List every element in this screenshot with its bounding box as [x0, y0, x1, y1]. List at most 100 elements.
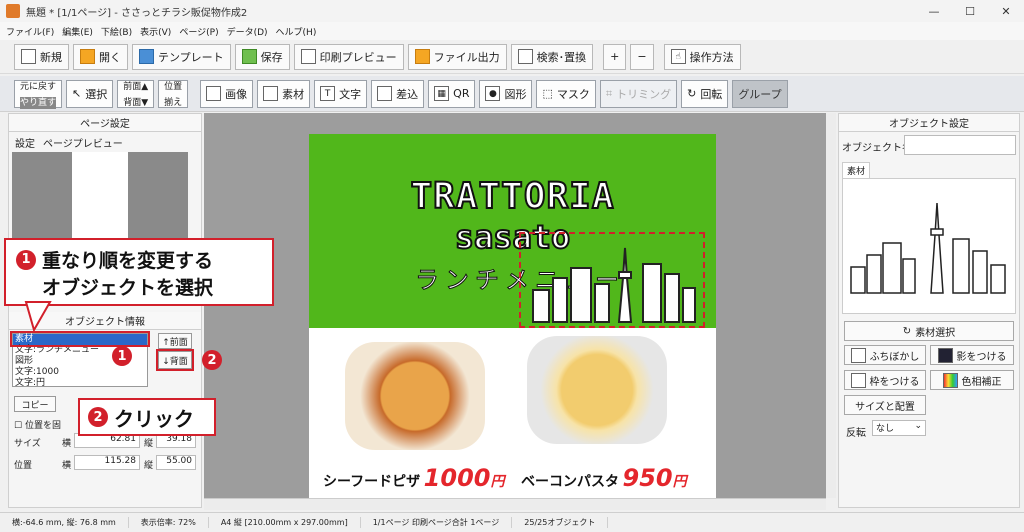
howto-button[interactable]: ☝ 操作方法: [663, 43, 741, 70]
object-name-field[interactable]: [904, 135, 1016, 155]
file-output-button[interactable]: ファイル出力: [407, 43, 507, 70]
blur-icon: [850, 347, 866, 363]
trimming-button[interactable]: ⌗ トリミング: [599, 79, 678, 108]
restaurant-title[interactable]: TRATTORIA: [309, 175, 716, 218]
order-group: 前面▲ 背面▼: [117, 79, 155, 109]
open-button[interactable]: 開く: [73, 43, 128, 70]
size-position-button[interactable]: サイズと配置: [844, 395, 926, 415]
text-button[interactable]: T 文字: [314, 79, 368, 108]
howto-label: 操作方法: [689, 50, 734, 64]
blur-edge-button[interactable]: ふちぼかし: [844, 345, 926, 365]
vertical-scrollbar[interactable]: [826, 113, 836, 498]
tab-settings[interactable]: 設定: [15, 135, 35, 150]
menu-data[interactable]: データ(D): [227, 25, 268, 38]
object-settings-header: オブジェクト設定: [839, 114, 1019, 132]
horizontal-scrollbar[interactable]: [204, 498, 826, 510]
shape-button[interactable]: ● 図形: [479, 79, 533, 108]
main-toolbar: 新規 開く テンプレート 保存 印刷プレビュー ファイル出力 検索･置換 + −…: [0, 40, 1024, 74]
flip-value: なし: [876, 424, 895, 434]
template-icon: [139, 49, 154, 64]
flip-label: 反転: [846, 428, 866, 439]
pizza-item[interactable]: シーフードピザ 1000円: [323, 464, 504, 492]
step1-text-line1: 重なり順を変更する: [42, 250, 214, 272]
hand-icon: ☝: [670, 49, 686, 64]
pizza-yen: 円: [490, 474, 505, 490]
preview-page-thumb: [72, 152, 128, 238]
pasta-price: 950: [622, 464, 673, 492]
copy-button[interactable]: コピー: [14, 396, 56, 412]
menu-edit[interactable]: 編集(E): [62, 25, 93, 38]
select-button[interactable]: ↖ 選択: [66, 79, 114, 108]
new-file-icon: [21, 49, 36, 64]
flyer-page[interactable]: TRATTORIA sasato ランチメニュー シーフードピザ 1000円 ベ…: [309, 134, 716, 498]
window-title: 無題 * [1/1ページ] - ささっとチラシ販促物作成2: [26, 7, 248, 19]
shadow-button[interactable]: 影をつける: [930, 345, 1014, 365]
menu-sketch[interactable]: 下絵(B): [101, 25, 132, 38]
align-button[interactable]: 位置 揃え: [158, 79, 189, 108]
page-settings-header: ページ設定: [9, 114, 201, 132]
skyline-preview-image: [850, 202, 1006, 294]
tab-page-preview[interactable]: ページプレビュー: [43, 135, 123, 150]
select-material-label: 素材選択: [915, 327, 956, 339]
frame-button[interactable]: 枠をつける: [844, 370, 926, 390]
pasta-item[interactable]: ベーコンパスタ 950円: [521, 464, 687, 492]
object-list-item[interactable]: 文字:円: [13, 378, 147, 389]
save-button[interactable]: 保存: [234, 43, 290, 70]
align-label-1: 位置: [164, 81, 183, 92]
position-lock-checkbox[interactable]: ☐ 位置を固: [14, 418, 61, 431]
shadow-icon: [937, 347, 953, 363]
folder-icon: [80, 49, 95, 64]
new-button[interactable]: 新規: [14, 43, 69, 70]
zoom-out-icon: −: [637, 50, 647, 63]
menu-file[interactable]: ファイル(F): [6, 25, 54, 38]
pasta-photo[interactable]: [527, 336, 667, 444]
zoom-in-button[interactable]: +: [603, 43, 627, 70]
position-y-field[interactable]: 55.00: [156, 455, 196, 470]
image-button[interactable]: 画像: [200, 79, 254, 108]
front-order-button[interactable]: ↑前面: [158, 333, 192, 349]
tab-material[interactable]: 素材: [842, 162, 871, 178]
rotate-button[interactable]: ↻ 回転: [681, 79, 729, 108]
hue-button[interactable]: 色相補正: [930, 370, 1014, 390]
maximize-button[interactable]: ☐: [952, 0, 988, 22]
material-button[interactable]: 素材: [257, 79, 311, 108]
mask-button[interactable]: ⬚ マスク: [536, 79, 596, 108]
close-button[interactable]: ✕: [988, 0, 1024, 22]
step1-callout: 1 重なり順を変更する オブジェクトを選択: [4, 238, 274, 306]
crop-icon: ⌗: [605, 86, 613, 100]
undo-redo-group: 元に戻す やり直す: [14, 79, 63, 109]
front-button[interactable]: 前面▲: [123, 81, 148, 93]
object-list-item[interactable]: 文字:1000: [13, 367, 147, 378]
step2-text: クリック: [114, 406, 194, 431]
file-output-label: ファイル出力: [433, 50, 500, 64]
export-icon: [414, 49, 430, 64]
qr-button[interactable]: ▦ QR: [428, 79, 476, 108]
flip-select[interactable]: なし ⌄: [872, 420, 926, 436]
search-replace-label: 検索･置換: [536, 50, 587, 64]
menu-view[interactable]: 表示(V): [140, 25, 171, 38]
step2-callout: 2 クリック: [78, 398, 216, 436]
search-replace-button[interactable]: 検索･置換: [510, 43, 594, 70]
pizza-photo[interactable]: [345, 342, 485, 450]
back-button[interactable]: 背面▼: [123, 97, 148, 109]
shadow-label: 影をつける: [956, 351, 1007, 363]
template-button[interactable]: テンプレート: [132, 43, 231, 70]
menu-page[interactable]: ページ(P): [179, 25, 218, 38]
zoom-out-button[interactable]: −: [630, 43, 654, 70]
qr-icon: ▦: [434, 86, 450, 101]
undo-button[interactable]: 元に戻す: [20, 81, 56, 93]
menu-help[interactable]: ヘルプ(H): [276, 25, 317, 38]
menu-bar: ファイル(F) 編集(E) 下絵(B) 表示(V) ページ(P) データ(D) …: [0, 22, 1024, 40]
redo-button[interactable]: やり直す: [20, 96, 57, 109]
material-icon: [263, 86, 279, 101]
minimize-button[interactable]: —: [916, 0, 952, 22]
position-x-field[interactable]: 115.28: [74, 455, 140, 470]
merge-button[interactable]: 差込: [371, 79, 425, 108]
material-label: 素材: [282, 87, 305, 101]
print-preview-button[interactable]: 印刷プレビュー: [293, 43, 404, 70]
shape-label: 図形: [504, 87, 527, 101]
status-paper: A4 縦 [210.00mm x 297.00mm]: [209, 517, 361, 528]
select-material-button[interactable]: ↻ 素材選択: [844, 321, 1014, 341]
text-label: 文字: [339, 87, 362, 101]
group-button[interactable]: グループ: [732, 79, 788, 108]
